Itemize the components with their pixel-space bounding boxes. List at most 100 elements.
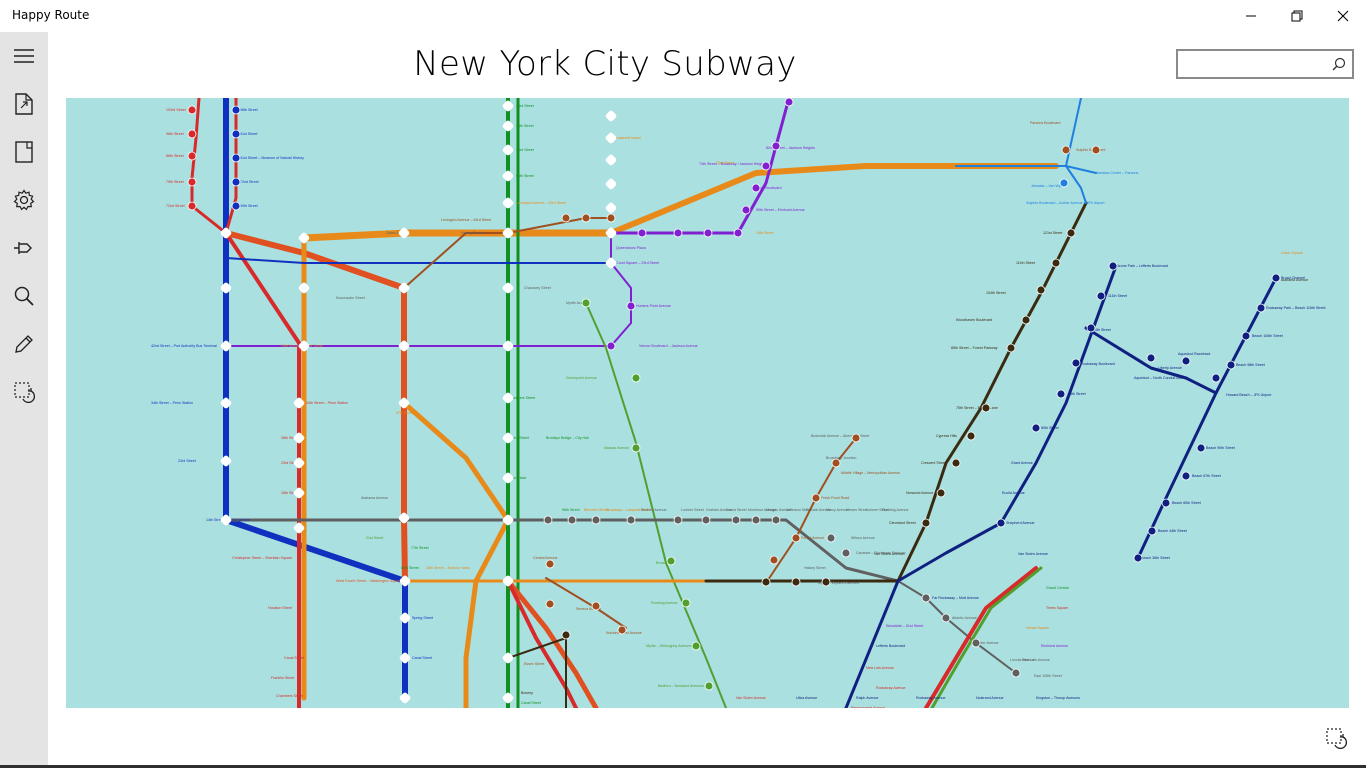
station-label[interactable]: Sutphin Boulevard – Archer Avenue – JFK … [1026,201,1104,205]
station-marker[interactable] [631,373,641,383]
station-label[interactable]: 80th Street [1041,426,1059,430]
station-label[interactable]: Jamaica – Van Wyck [1031,184,1064,188]
station-label[interactable]: 34th Street – Hudson Yards [426,566,470,570]
station-label[interactable]: East 105th Street [1034,674,1062,678]
station-marker[interactable] [673,515,683,525]
station-label[interactable]: 68th Street [516,174,534,178]
station-label[interactable]: Bedford Avenue [641,508,667,512]
station-label[interactable]: Central Avenue [533,556,558,560]
station-label[interactable]: 23rd Street [516,104,534,108]
station-marker[interactable] [187,151,197,161]
station-marker[interactable] [691,641,701,651]
search-input[interactable] [1178,51,1340,77]
station-label[interactable]: Beach 36th Street [1141,556,1170,560]
station-marker[interactable] [567,515,577,525]
station-marker[interactable] [791,577,801,587]
station-label[interactable]: 86th Street [401,566,419,570]
station-marker[interactable] [1161,498,1171,508]
station-marker[interactable] [966,431,976,441]
station-marker[interactable] [1133,553,1143,563]
station-label[interactable]: 79th Street [166,180,184,184]
station-marker[interactable] [561,630,571,640]
station-label[interactable]: Flushing Avenue [882,508,909,512]
station-label[interactable]: 75th Street – Elderts Lane [956,406,998,410]
station-marker[interactable] [231,177,241,187]
station-label[interactable]: Beach 60th Street [1172,501,1201,505]
station-marker[interactable] [231,201,241,211]
station-label[interactable]: 88th Street [1068,392,1086,396]
station-label[interactable]: 85th Street – Forest Parkway [951,346,998,350]
station-label[interactable]: Kosciuszko Street [336,296,365,300]
station-label[interactable]: 72nd Street [166,204,185,208]
minimize-button[interactable] [1228,0,1274,32]
station-marker[interactable] [626,301,636,311]
station-marker[interactable] [187,177,197,187]
station-marker[interactable] [1036,285,1046,295]
search-icon[interactable] [1332,57,1346,76]
search-button[interactable] [0,272,48,320]
station-marker[interactable] [1147,526,1157,536]
station-marker[interactable] [1051,258,1061,268]
station-marker[interactable] [581,213,591,223]
station-marker[interactable] [996,518,1006,528]
station-label[interactable]: Ozone Park – Lefferts Boulevard [1116,264,1168,268]
station-label[interactable]: Beach 90th Street [1206,446,1235,450]
station-label[interactable]: 23rd Street [178,459,196,463]
edit-button[interactable] [0,320,48,368]
station-marker[interactable] [666,556,676,566]
export-button[interactable] [0,80,48,128]
station-label[interactable]: Kingston – Throop Avenues [1036,696,1080,700]
station-label[interactable]: Atlantic Avenue [952,616,977,620]
station-label[interactable]: 103rd Street [166,108,186,112]
station-label[interactable]: Far Rockaway – Mott Avenue [932,596,979,600]
station-marker[interactable] [771,515,781,525]
station-label[interactable]: Van Siclen Avenue [1018,552,1048,556]
station-label[interactable]: Greenpoint Avenue [566,376,597,380]
station-marker[interactable] [1256,303,1266,313]
station-label[interactable]: Euclid Avenue [1002,491,1025,495]
station-marker[interactable] [1011,668,1021,678]
crop-rotate-button-footer[interactable] [1322,724,1350,752]
station-marker[interactable] [231,153,241,163]
settings-button[interactable] [0,176,48,224]
station-label[interactable]: 86th Street [166,154,184,158]
station-marker[interactable] [733,228,743,238]
station-label[interactable]: Christopher Street – Sheridan Square [232,556,292,560]
station-label[interactable]: 104th Street [986,291,1006,295]
station-label[interactable]: Bowery [521,691,533,695]
station-label[interactable]: Canal Street [412,656,432,660]
station-label[interactable]: Myrtle – Willoughby Avenues [646,644,692,648]
station-label[interactable]: 33rd Street [516,148,534,152]
station-marker[interactable] [1108,261,1118,271]
station-label[interactable]: Herald Square [1026,626,1049,630]
station-label[interactable]: Broad Channel [1281,276,1305,280]
station-label[interactable]: Shepherd Avenue [1006,521,1035,525]
restore-button[interactable] [1274,0,1320,32]
station-label[interactable]: 96th Street [166,132,184,136]
station-label[interactable]: West Fourth Street – Washington Square [336,579,402,583]
station-label[interactable]: Hewes Street [846,508,868,512]
station-label[interactable]: Lexington Avenue – 63rd Street [441,218,491,222]
station-label[interactable]: Bleecker Street [584,508,609,512]
station-label[interactable]: Rockaway Avenue [916,696,946,700]
station-marker[interactable] [1181,471,1191,481]
station-marker[interactable] [1031,423,1041,433]
station-marker[interactable] [591,601,601,611]
station-marker[interactable] [631,443,641,453]
station-marker[interactable] [921,518,931,528]
station-label[interactable]: Broadway Junction [826,456,856,460]
station-label[interactable]: Hunters Point Avenue [636,304,671,308]
station-marker[interactable] [936,488,946,498]
station-label[interactable]: 96th Street [562,508,580,512]
station-marker[interactable] [921,593,931,603]
station-label[interactable]: Chauncey Street [524,286,551,290]
pin-button[interactable] [0,224,48,272]
station-label[interactable]: Houston Street [268,606,292,610]
station-marker[interactable] [1211,373,1221,383]
station-label[interactable]: Bedford – Nostrand Avenues [658,684,704,688]
station-label[interactable]: 42nd Street – Port Authority Bus Termina… [151,344,217,348]
station-marker[interactable] [543,515,553,525]
station-label[interactable]: Sutphin Boulevard [1076,148,1105,152]
station-label[interactable]: Halsey Street [804,566,826,570]
station-marker[interactable] [826,533,836,543]
